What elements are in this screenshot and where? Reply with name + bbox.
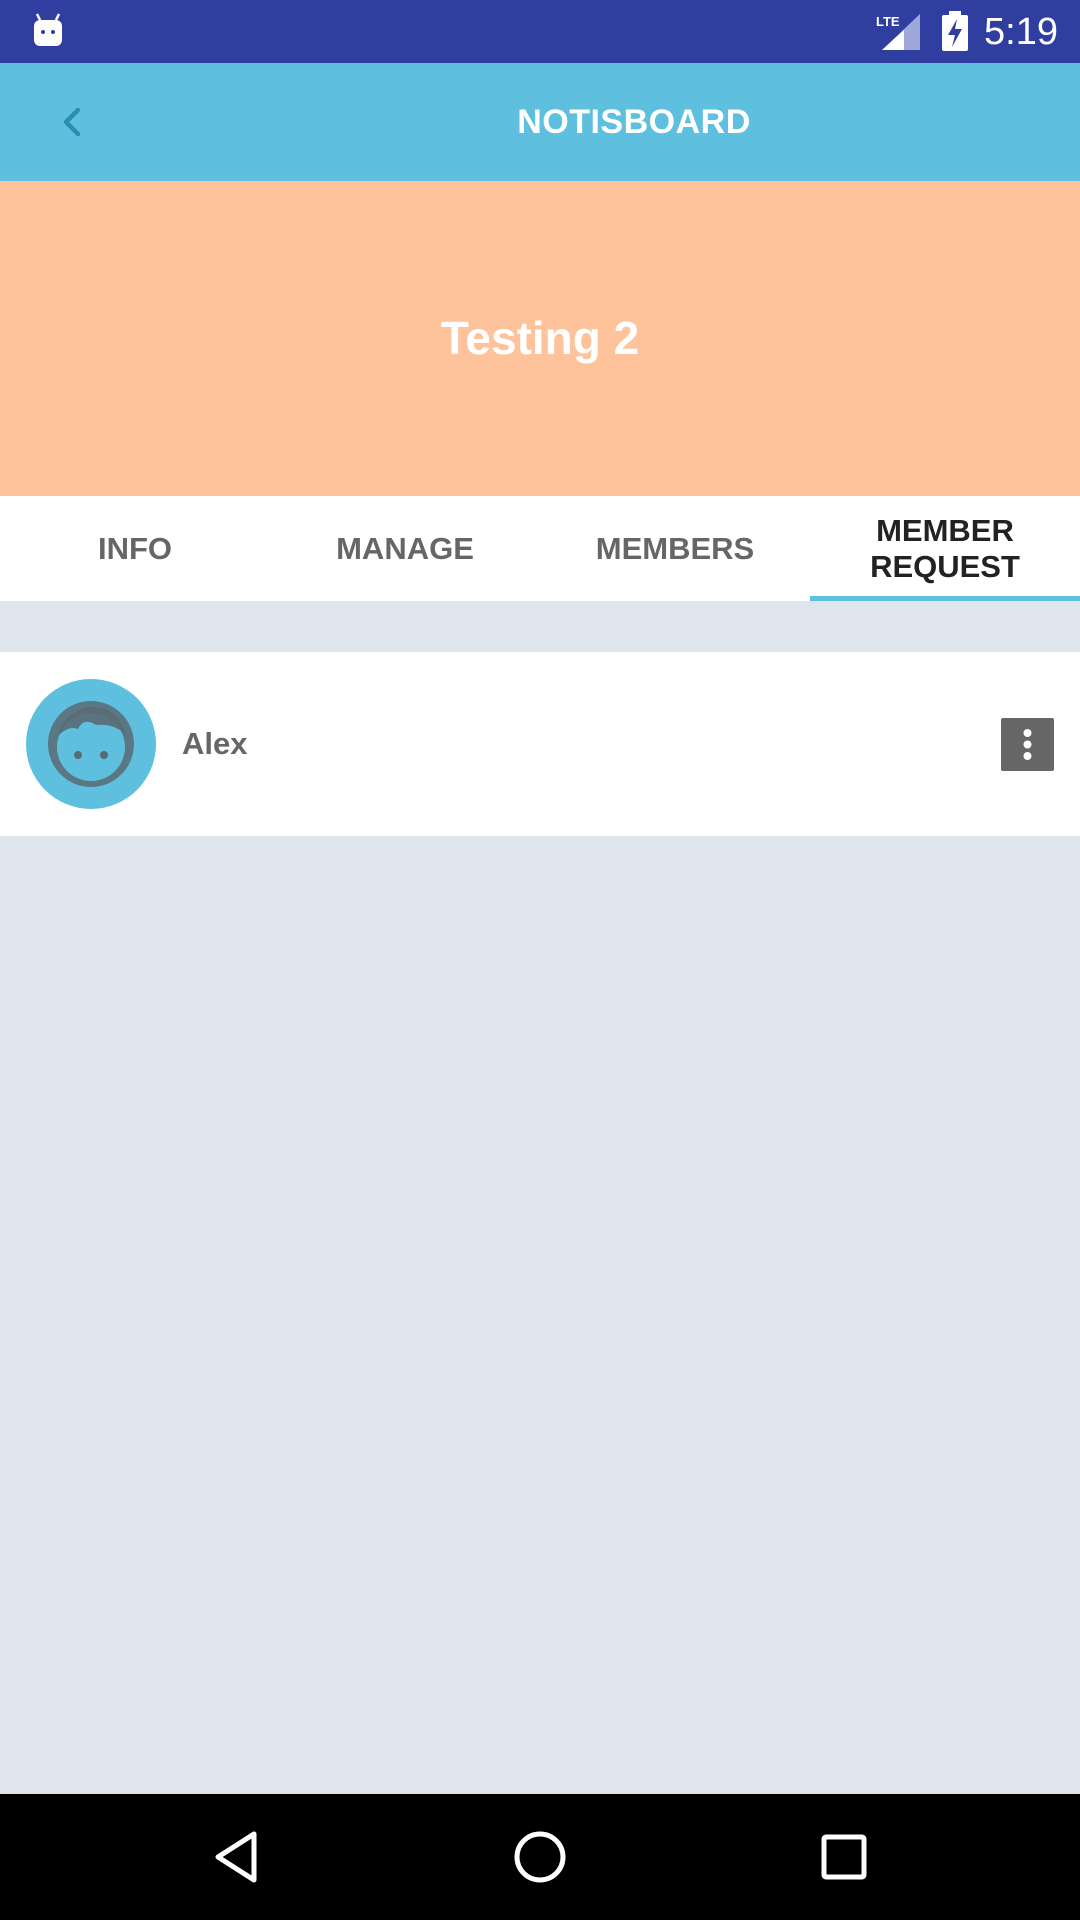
chevron-left-icon — [63, 107, 81, 137]
more-vertical-icon — [1023, 729, 1032, 760]
status-bar: LTE 5:19 — [0, 0, 1080, 63]
tab-info-label: INFO — [97, 530, 173, 566]
tab-member-request-label: MEMBER REQUEST — [870, 512, 1020, 584]
tab-bar: INFO MANAGE MEMBERS MEMBER REQUEST — [0, 496, 1080, 601]
nav-recents-button[interactable] — [784, 1794, 904, 1920]
member-name: Alex — [182, 726, 248, 761]
group-name: Testing 2 — [440, 312, 640, 364]
app-toolbar: NOTISBOARD — [0, 63, 1080, 181]
group-banner: Testing 2 — [0, 181, 1080, 496]
nav-back-button[interactable] — [176, 1794, 296, 1920]
home-circle-icon — [514, 1831, 566, 1883]
tab-manage-label: MANAGE — [336, 530, 474, 566]
status-time: 5:19 — [984, 11, 1058, 53]
tab-manage[interactable]: MANAGE — [270, 496, 540, 601]
lte-signal-icon: LTE — [876, 14, 920, 50]
avatar — [26, 679, 156, 809]
back-triangle-icon — [215, 1831, 257, 1883]
tab-members[interactable]: MEMBERS — [540, 496, 810, 601]
app-title: NOTISBOARD — [517, 103, 751, 141]
tab-member-request[interactable]: MEMBER REQUEST — [810, 496, 1080, 601]
nav-home-button[interactable] — [480, 1794, 600, 1920]
user-face-icon — [48, 701, 134, 787]
android-icon — [34, 13, 62, 46]
svg-text:LTE: LTE — [876, 14, 900, 29]
more-options-button[interactable] — [1001, 718, 1054, 771]
tab-members-label: MEMBERS — [595, 530, 755, 566]
system-nav-bar — [0, 1794, 1080, 1920]
back-button[interactable] — [40, 87, 104, 157]
tab-info[interactable]: INFO — [0, 496, 270, 601]
recents-square-icon — [821, 1834, 867, 1880]
battery-charging-icon — [942, 11, 968, 51]
list-item[interactable]: Alex — [0, 652, 1080, 836]
